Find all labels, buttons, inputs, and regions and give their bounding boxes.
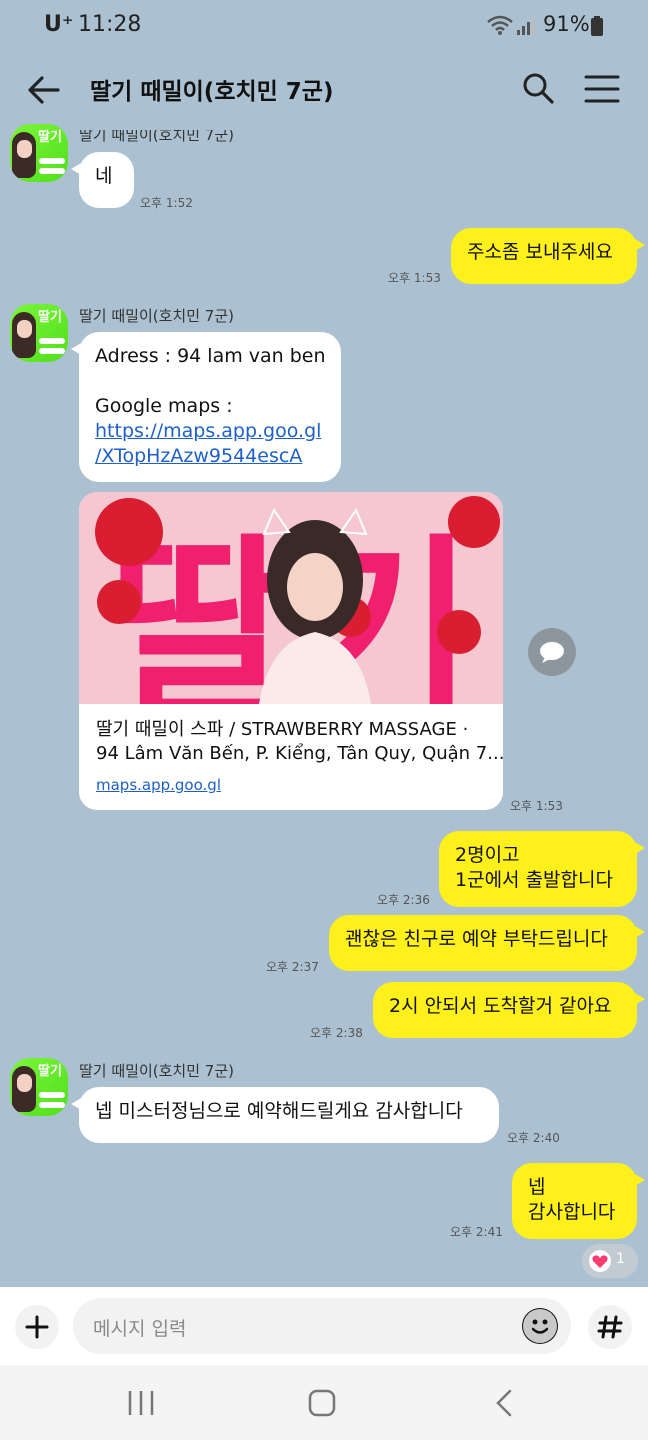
search-icon[interactable] bbox=[520, 70, 556, 106]
preview-title-line: 딸기 때밀이 스파 / STRAWBERRY MASSAGE · bbox=[96, 719, 469, 740]
message-bubble[interactable]: 주소좀 보내주세요 bbox=[451, 228, 645, 284]
message-bubble[interactable]: 네 bbox=[71, 152, 134, 208]
share-icon bbox=[540, 642, 564, 663]
share-button[interactable] bbox=[528, 628, 576, 676]
message-text: Google maps : bbox=[95, 395, 233, 417]
message-bubble[interactable]: 넵 미스터정님으로 예약해드릴게요 감사합니다 bbox=[71, 1087, 499, 1143]
sender-name: 딸기 때밀이(호치민 7군) bbox=[79, 1062, 234, 1080]
add-attachment-button[interactable] bbox=[15, 1305, 59, 1349]
message-bubble[interactable]: 넵 감사합니다 bbox=[512, 1163, 645, 1239]
message-input[interactable]: 메시지 입력 bbox=[73, 1298, 571, 1354]
message-text: Adress : 94 lam van ben bbox=[95, 345, 326, 367]
message-bubble[interactable]: 괜찮은 친구로 예약 부탁드립니다 bbox=[329, 915, 645, 971]
message-time: 오후 2:40 bbox=[507, 1131, 560, 1145]
message-time: 오후 2:36 bbox=[377, 893, 430, 907]
message-text: 1군에서 출발합니다 bbox=[455, 869, 613, 891]
preview-domain[interactable]: maps.app.goo.gl bbox=[96, 776, 221, 794]
hashtag-button[interactable] bbox=[588, 1305, 632, 1349]
avatar-label: 딸기 bbox=[38, 130, 62, 145]
system-navigation-bar bbox=[0, 1365, 648, 1440]
message-text: 주소좀 보내주세요 bbox=[467, 241, 613, 263]
message-bubble[interactable]: 2명이고 1군에서 출발합니다 bbox=[439, 831, 645, 907]
preview-title-line: 94 Lâm Văn Bến, P. Kiểng, Tân Quy, Quận … bbox=[96, 743, 503, 764]
avatar[interactable]: 딸기 bbox=[10, 1058, 68, 1116]
hash-icon bbox=[597, 1315, 623, 1339]
avatar-label: 딸기 bbox=[38, 1064, 62, 1079]
message-time: 오후 2:37 bbox=[266, 960, 319, 974]
message-text: 2시 안되서 도착할거 같아요 bbox=[389, 995, 612, 1017]
message-text: 네 bbox=[95, 165, 113, 187]
message-time: 오후 2:38 bbox=[310, 1026, 363, 1040]
message-bubble[interactable]: 2시 안되서 도착할거 같아요 bbox=[373, 982, 645, 1038]
message-time: 오후 1:53 bbox=[510, 799, 563, 813]
back-nav-icon[interactable] bbox=[492, 1388, 516, 1418]
status-time: 11:28 bbox=[78, 12, 142, 37]
message-text: 넵 미스터정님으로 예약해드릴게요 감사합니다 bbox=[95, 1100, 463, 1122]
input-placeholder: 메시지 입력 bbox=[93, 1318, 187, 1340]
reaction-badge[interactable]: 1 bbox=[582, 1244, 638, 1278]
message-input-bar: 메시지 입력 bbox=[0, 1287, 648, 1365]
reaction-count: 1 bbox=[616, 1251, 625, 1267]
message-bubble[interactable]: Adress : 94 lam van ben Google maps : ht… bbox=[71, 332, 341, 482]
message-time: 오후 1:53 bbox=[388, 271, 441, 285]
carrier-label: U⁺ bbox=[44, 12, 74, 37]
message-text: 괜찮은 친구로 예약 부탁드립니다 bbox=[345, 928, 608, 950]
map-link[interactable]: https://maps.app.goo.gl bbox=[95, 419, 325, 444]
signal-icon bbox=[517, 17, 535, 35]
sender-name: 딸기 때밀이(호치민 7군) bbox=[79, 307, 234, 325]
chat-title: 딸기 때밀이(호치민 7군) bbox=[90, 79, 334, 105]
avatar[interactable]: 딸기 bbox=[10, 124, 68, 182]
message-text: 감사합니다 bbox=[528, 1201, 616, 1223]
message-text: 넵 bbox=[528, 1176, 546, 1198]
heart-icon bbox=[589, 1250, 611, 1272]
recent-apps-icon[interactable] bbox=[126, 1389, 156, 1417]
map-link[interactable]: /XTopHzAzw9544escA bbox=[95, 444, 325, 469]
preview-image[interactable]: 딸기 bbox=[79, 492, 503, 704]
preview-title: 딸기 때밀이 스파 / STRAWBERRY MASSAGE · 94 Lâm … bbox=[96, 718, 503, 766]
battery-icon bbox=[591, 16, 603, 36]
menu-icon[interactable] bbox=[582, 72, 622, 106]
emoji-button[interactable] bbox=[522, 1308, 558, 1344]
message-text: 2명이고 bbox=[455, 844, 520, 866]
battery-percent: 91% bbox=[543, 12, 590, 36]
wifi-icon bbox=[487, 15, 513, 35]
back-arrow-icon[interactable] bbox=[24, 70, 64, 110]
sender-name: 딸기 때밀이(호치민 7군) bbox=[79, 126, 234, 144]
avatar-label: 딸기 bbox=[38, 310, 62, 325]
avatar[interactable]: 딸기 bbox=[10, 304, 68, 362]
message-time: 오후 1:52 bbox=[140, 196, 193, 210]
emoji-icon bbox=[523, 1309, 557, 1343]
plus-icon bbox=[25, 1315, 49, 1339]
home-icon[interactable] bbox=[307, 1388, 337, 1418]
message-time: 오후 2:41 bbox=[450, 1225, 503, 1239]
link-preview-card[interactable]: 딸기 딸기 때밀이 스파 / STRAWBERRY MASSAGE · 94 L… bbox=[79, 492, 503, 810]
status-bar: U⁺ 11:28 91% bbox=[0, 0, 648, 54]
